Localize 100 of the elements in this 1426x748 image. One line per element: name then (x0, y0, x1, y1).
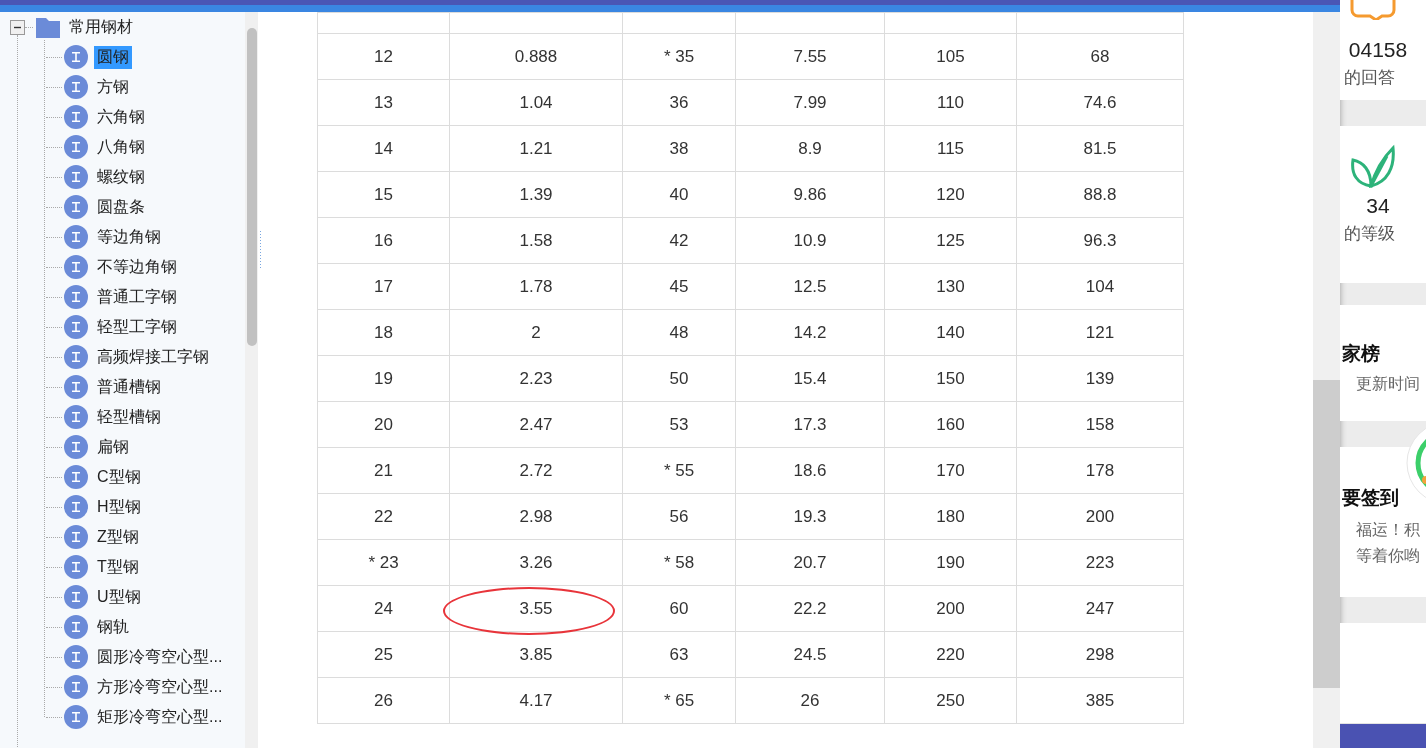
table-cell: 26 (374, 690, 393, 710)
table-cell: 0.888 (514, 46, 558, 66)
stat-label: 的回答 (1344, 67, 1395, 89)
stat-label: 的等级 (1344, 223, 1395, 245)
table-cell: 20.7 (793, 552, 827, 572)
table-cell: 200 (1085, 506, 1115, 526)
table-cell: 81.5 (1083, 138, 1117, 158)
table-cell: 200 (936, 598, 965, 618)
tree-item[interactable]: H型钢 (94, 495, 144, 519)
table-cell: 104 (1085, 276, 1115, 296)
table-cell: 13 (374, 92, 393, 112)
tree-item[interactable]: 高频焊接工字钢 (94, 345, 212, 369)
table-cell: 223 (1085, 552, 1115, 572)
table-cell: 250 (936, 690, 965, 710)
beam-icon (64, 315, 88, 339)
table-cell: 21 (374, 460, 393, 480)
beam-icon (64, 495, 88, 519)
table-cell: 18 (374, 322, 393, 342)
tree-item[interactable]: 不等边角钢 (94, 255, 180, 279)
table-cell: 16 (374, 230, 393, 250)
tree-item[interactable]: 扁钢 (94, 435, 132, 459)
beam-icon (64, 675, 88, 699)
collapse-toggle[interactable] (10, 19, 25, 35)
table-cell: * 23 (368, 552, 399, 572)
table-cell: 24 (374, 598, 393, 618)
tree-item[interactable]: 普通工字钢 (94, 285, 180, 309)
table-cell: 140 (936, 322, 965, 342)
table-cell: 74.6 (1083, 92, 1117, 112)
table-cell: 14 (374, 138, 393, 158)
beam-icon (64, 135, 88, 159)
tree-item[interactable]: 圆盘条 (94, 195, 148, 219)
tree-item[interactable]: 普通槽钢 (94, 375, 164, 399)
table-cell: 1.58 (519, 230, 553, 250)
sign-in-text: 等着你哟 (1356, 546, 1420, 566)
table-cell: 22 (374, 506, 393, 526)
table-cell: 120 (936, 184, 965, 204)
table-cell: 48 (669, 322, 689, 342)
tree-item[interactable]: Z型钢 (94, 525, 142, 549)
table-cell: 150 (936, 368, 965, 388)
chat-bubble-icon (1350, 0, 1396, 20)
tree-item[interactable]: T型钢 (94, 555, 142, 579)
scrollbar-thumb[interactable] (247, 28, 257, 346)
tree-item[interactable]: 轻型槽钢 (94, 405, 164, 429)
table-cell: 88.8 (1083, 184, 1117, 204)
beam-icon (64, 75, 88, 99)
table-cell: * 35 (663, 46, 695, 66)
table-cell: 2.23 (519, 368, 553, 388)
table-cell: 3.26 (519, 552, 553, 572)
level-count: 34 (1365, 194, 1391, 218)
folder-icon (36, 16, 60, 38)
splitter-handle[interactable] (259, 230, 262, 270)
beam-icon (64, 405, 88, 429)
table-cell: 178 (1085, 460, 1115, 480)
table-cell: 24.5 (793, 644, 827, 664)
tree-item[interactable]: C型钢 (94, 465, 144, 489)
beam-icon (64, 45, 88, 69)
table-cell: 14.2 (793, 322, 827, 342)
table-cell: 2.47 (519, 414, 553, 434)
table-cell: 10.9 (793, 230, 827, 250)
tree-item[interactable]: 螺纹钢 (94, 165, 148, 189)
table-cell: 7.99 (793, 92, 827, 112)
table-cell: 19 (374, 368, 393, 388)
table-cell: 36 (669, 92, 689, 112)
table-cell: * 55 (663, 460, 695, 480)
beam-icon (64, 225, 88, 249)
tree-item[interactable]: U型钢 (94, 585, 144, 609)
tree-item[interactable]: 等边角钢 (94, 225, 164, 249)
tree-item[interactable]: 矩形冷弯空心型... (94, 705, 226, 729)
tree-item[interactable]: 轻型工字钢 (94, 315, 180, 339)
table-cell: 139 (1085, 368, 1115, 388)
beam-icon (64, 105, 88, 129)
tree-item[interactable]: 方形冷弯空心型... (94, 675, 226, 699)
table-cell: 22.2 (793, 598, 827, 618)
table-cell: 45 (669, 276, 689, 296)
table-cell: 190 (936, 552, 965, 572)
tree-item[interactable]: 圆钢 (94, 45, 132, 69)
table-cell: 2.98 (519, 506, 553, 526)
beam-icon (64, 525, 88, 549)
table-cell: 12.5 (793, 276, 827, 296)
tree-item[interactable]: 方钢 (94, 75, 132, 99)
tree-item[interactable]: 钢轨 (94, 615, 132, 639)
table-cell: 3.55 (519, 598, 553, 618)
beam-icon (64, 285, 88, 309)
table-cell: 158 (1085, 414, 1115, 434)
beam-icon (64, 585, 88, 609)
table-cell: 26 (800, 690, 820, 710)
tree-item[interactable]: 八角钢 (94, 135, 148, 159)
sign-in-title: 要签到 (1342, 486, 1399, 510)
beam-icon (64, 555, 88, 579)
table-cell: 53 (669, 414, 689, 434)
table-cell: 25 (374, 644, 393, 664)
tree-item[interactable]: 常用钢材 (66, 15, 136, 39)
table-cell: 247 (1085, 598, 1115, 618)
beam-icon (64, 645, 88, 669)
table-cell: 3.85 (519, 644, 553, 664)
tree-item[interactable]: 六角钢 (94, 105, 148, 129)
table-cell: 17.3 (793, 414, 827, 434)
tree-item[interactable]: 圆形冷弯空心型... (94, 645, 226, 669)
scrollbar-thumb[interactable] (1313, 380, 1340, 688)
beam-icon (64, 255, 88, 279)
